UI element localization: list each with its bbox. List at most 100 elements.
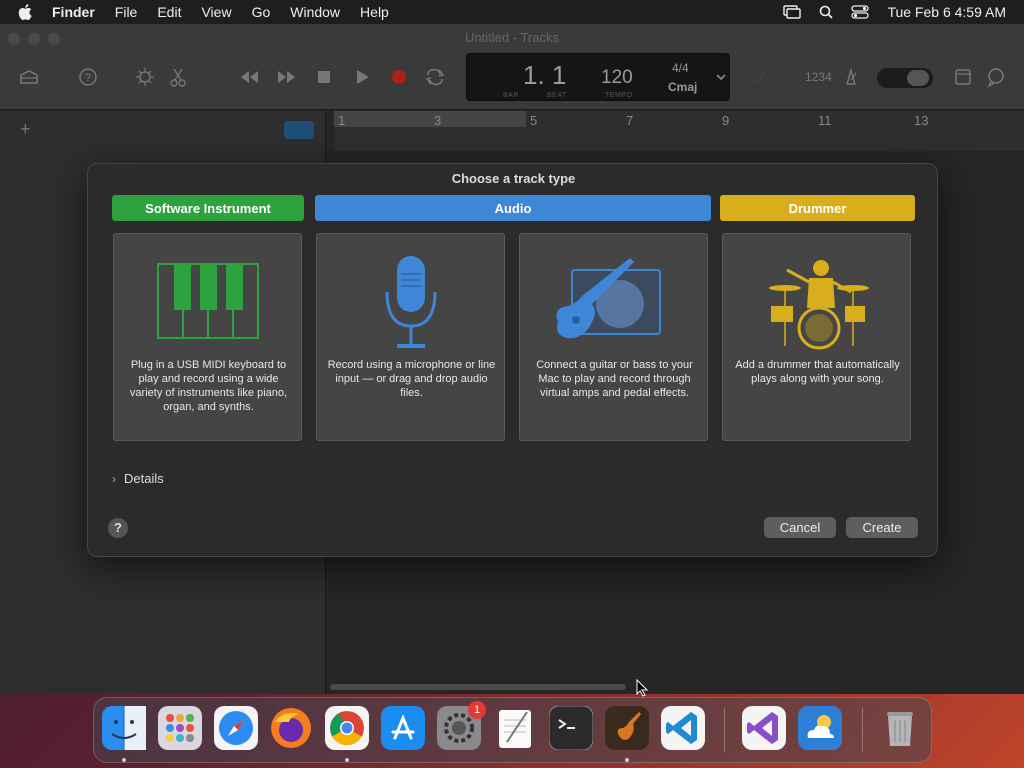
lcd-tempo: 120 <box>601 67 633 88</box>
lcd-beat-label: BEAT <box>547 92 567 99</box>
running-indicator <box>122 758 126 762</box>
notepad-icon[interactable] <box>952 66 974 88</box>
drummer-icon <box>769 260 869 350</box>
dock-safari[interactable] <box>214 706 258 750</box>
add-track-button[interactable]: + <box>20 119 31 140</box>
cancel-button[interactable]: Cancel <box>764 517 836 538</box>
menu-finder[interactable]: Finder <box>52 4 95 20</box>
menu-go[interactable]: Go <box>252 4 271 20</box>
svg-text:?: ? <box>85 72 91 84</box>
count-in-label[interactable]: 1234 <box>805 70 832 84</box>
dock-trash[interactable] <box>878 706 922 750</box>
audio-button[interactable]: Audio <box>315 195 711 221</box>
keyboard-icon <box>157 263 259 339</box>
firefox-icon <box>271 708 311 748</box>
dock-weather[interactable] <box>798 706 842 750</box>
dock-vscode[interactable] <box>661 706 705 750</box>
microphone-icon <box>385 256 437 348</box>
editors-scissors-icon[interactable] <box>167 66 189 88</box>
guitar-amp-icon <box>556 258 661 339</box>
dock-garageband[interactable] <box>605 706 649 750</box>
weather-icon <box>798 706 842 750</box>
lcd-bar-label: BAR <box>503 92 519 99</box>
tuner-icon[interactable] <box>750 66 772 88</box>
launchpad-icon <box>158 706 202 750</box>
quick-help-icon[interactable]: ? <box>77 66 99 88</box>
app-store-icon <box>381 706 425 750</box>
dock-finder[interactable] <box>102 706 146 750</box>
textedit-icon <box>499 710 531 748</box>
choose-track-type-dialog: Choose a track type Software Instrument … <box>87 163 938 557</box>
mouse-cursor-icon <box>636 679 648 697</box>
dock-app-store[interactable] <box>381 706 425 750</box>
record-icon[interactable] <box>388 66 410 88</box>
window-toolbar: Untitled - Tracks ? 1. 1 BAR BEAT 120 TE… <box>0 24 1024 110</box>
card-description: Record using a microphone or line input … <box>327 359 496 399</box>
dock-chrome[interactable] <box>325 706 369 750</box>
window-title: Untitled - Tracks <box>465 30 559 45</box>
horizontal-scrollbar[interactable] <box>330 684 626 690</box>
stop-icon[interactable] <box>313 66 335 88</box>
cycle-icon[interactable] <box>424 66 446 88</box>
screen-mirroring-icon[interactable] <box>783 5 802 19</box>
create-button[interactable]: Create <box>846 517 918 538</box>
menu-view[interactable]: View <box>201 4 231 20</box>
chrome-icon <box>325 706 369 750</box>
details-disclosure[interactable]: › Details <box>112 471 164 486</box>
menu-window[interactable]: Window <box>290 4 340 20</box>
dock <box>93 697 932 763</box>
dock-launchpad[interactable] <box>158 706 202 750</box>
drummer-card[interactable]: Add a drummer that automatically plays a… <box>722 233 911 441</box>
lcd-tempo-label: TEMPO <box>605 92 633 99</box>
loop-browser-icon[interactable] <box>985 66 1007 88</box>
menubar-clock[interactable]: Tue Feb 6 4:59 AM <box>887 4 1006 20</box>
visual-studio-icon <box>742 706 786 750</box>
software-instrument-button[interactable]: Software Instrument <box>112 195 304 221</box>
library-icon[interactable] <box>18 66 40 88</box>
play-icon[interactable] <box>351 66 373 88</box>
ruler-bar-1: 1 <box>338 113 346 128</box>
dock-visual-studio[interactable] <box>742 706 786 750</box>
chevron-down-icon[interactable] <box>715 72 727 82</box>
help-button[interactable]: ? <box>108 518 128 538</box>
dock-firefox[interactable] <box>269 706 313 750</box>
timeline-ruler[interactable]: 1 3 5 7 9 11 13 <box>334 111 1024 151</box>
fast-forward-icon[interactable] <box>276 66 298 88</box>
ruler-bar-13: 13 <box>914 113 929 128</box>
ruler-bar-5: 5 <box>530 113 538 128</box>
ruler-bar-11: 11 <box>818 113 832 128</box>
finder-icon <box>102 706 146 750</box>
master-volume-slider[interactable] <box>877 68 933 88</box>
metronome-icon[interactable] <box>840 66 862 88</box>
ruler-bar-7: 7 <box>626 113 634 128</box>
lcd-time-signature: 4/4 <box>672 61 689 75</box>
dock-terminal[interactable] <box>549 706 593 750</box>
lcd-position: 1. 1 <box>523 60 567 90</box>
audio-microphone-card[interactable]: Record using a microphone or line input … <box>316 233 505 441</box>
smart-controls-icon[interactable] <box>134 66 156 88</box>
audio-guitar-card[interactable]: Connect a guitar or bass to your Mac to … <box>519 233 708 441</box>
rewind-icon[interactable] <box>238 66 260 88</box>
chevron-right-icon: › <box>112 471 116 486</box>
running-indicator <box>345 758 349 762</box>
details-label: Details <box>124 471 164 486</box>
menu-edit[interactable]: Edit <box>157 4 181 20</box>
dock-separator <box>862 708 863 752</box>
cycle-region[interactable] <box>334 111 526 127</box>
menu-file[interactable]: File <box>115 4 138 20</box>
dock-textedit[interactable] <box>493 706 537 750</box>
dialog-title: Choose a track type <box>451 171 576 186</box>
trash-icon <box>887 712 913 746</box>
drummer-button[interactable]: Drummer <box>720 195 915 221</box>
lcd-key: Cmaj <box>668 80 698 94</box>
software-instrument-card[interactable]: Plug in a USB MIDI keyboard to play and … <box>113 233 302 441</box>
control-center-icon[interactable] <box>851 5 870 19</box>
menu-help[interactable]: Help <box>360 4 389 20</box>
lcd-display[interactable]: 1. 1 BAR BEAT 120 TEMPO 4/4 Cmaj <box>466 53 730 101</box>
garageband-icon <box>605 706 649 750</box>
notification-badge: 1 <box>468 701 486 719</box>
apple-icon[interactable] <box>16 2 36 22</box>
spotlight-search-icon[interactable] <box>819 5 834 19</box>
track-filter-icon[interactable] <box>284 121 314 139</box>
terminal-icon <box>549 706 593 750</box>
